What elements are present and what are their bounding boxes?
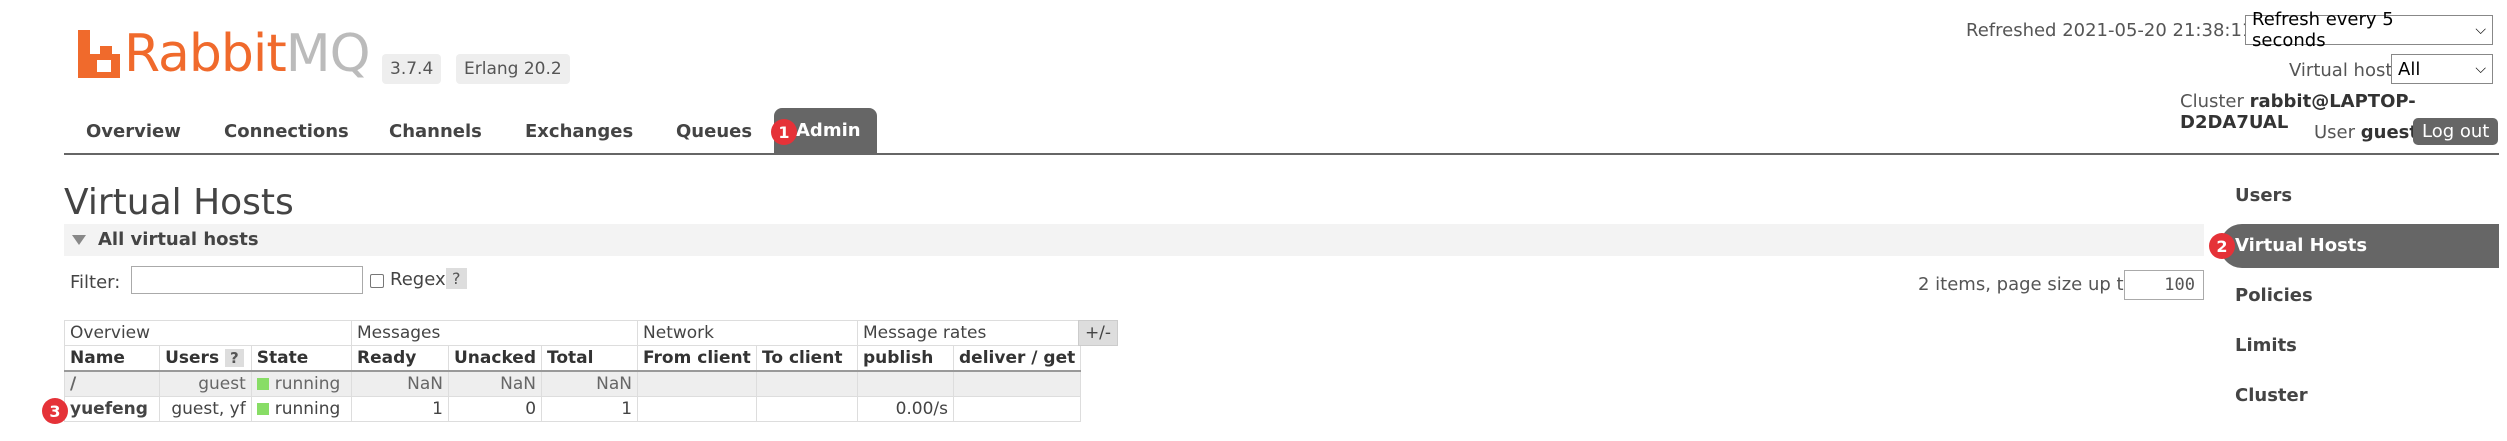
table-row[interactable]: yuefeng guest, yf running 1 0 1 0.00/s bbox=[63, 396, 1082, 422]
regex-checkbox[interactable] bbox=[370, 274, 384, 288]
group-message-rates: Message rates bbox=[857, 320, 1082, 346]
logo-text-mq: MQ bbox=[285, 24, 371, 84]
sidebar-item-cluster[interactable]: Cluster bbox=[2235, 385, 2308, 406]
collapse-triangle-icon[interactable] bbox=[72, 235, 86, 245]
filter-label: Filter: bbox=[70, 272, 121, 293]
vhost-ready: 1 bbox=[351, 396, 449, 422]
col-users[interactable]: Users ? bbox=[159, 345, 252, 372]
cluster-label: Cluster bbox=[2180, 91, 2244, 112]
running-status-icon bbox=[256, 403, 269, 415]
page-title: Virtual Hosts bbox=[64, 182, 294, 223]
col-unacked[interactable]: Unacked bbox=[447, 345, 543, 372]
vhost-select[interactable]: All ⌵ bbox=[2391, 54, 2493, 84]
vhost-name-link[interactable]: / bbox=[63, 370, 161, 397]
vhost-from-client bbox=[637, 396, 758, 422]
group-messages: Messages bbox=[350, 320, 639, 346]
erlang-version-badge: Erlang 20.2 bbox=[456, 54, 570, 84]
logo-text-rabbit: Rabbit bbox=[124, 24, 287, 84]
annotation-badge-1: 1 bbox=[771, 119, 797, 145]
filter-input[interactable] bbox=[131, 266, 363, 294]
vhost-deliver-get-rate bbox=[953, 396, 1082, 422]
col-total[interactable]: Total bbox=[541, 345, 639, 372]
user-name: guest bbox=[2360, 122, 2418, 143]
col-name[interactable]: Name bbox=[63, 345, 161, 372]
vhost-to-client bbox=[756, 396, 859, 422]
users-help-button[interactable]: ? bbox=[225, 349, 244, 367]
annotation-badge-2: 2 bbox=[2209, 233, 2235, 259]
tab-overview[interactable]: Overview bbox=[86, 121, 181, 142]
vhost-ready: NaN bbox=[351, 370, 449, 397]
vhost-unacked: 0 bbox=[447, 396, 543, 422]
vhost-publish-rate: 0.00/s bbox=[857, 396, 955, 422]
user-label: User bbox=[2314, 122, 2356, 143]
vhost-select-value: All bbox=[2398, 58, 2421, 80]
vhost-state: running bbox=[250, 370, 353, 397]
tab-connections[interactable]: Connections bbox=[224, 121, 349, 142]
vhost-from-client bbox=[637, 370, 758, 397]
rabbitmq-logo[interactable]: RabbitMQ bbox=[78, 28, 371, 80]
sidebar-item-policies[interactable]: Policies bbox=[2235, 285, 2313, 306]
vhost-publish-rate bbox=[857, 370, 955, 397]
col-state[interactable]: State bbox=[250, 345, 353, 372]
vhost-label: Virtual host bbox=[2289, 60, 2393, 81]
col-from-client[interactable]: From client bbox=[637, 345, 758, 372]
vhost-unacked: NaN bbox=[447, 370, 543, 397]
refresh-interval-value: Refresh every 5 seconds bbox=[2252, 9, 2394, 51]
table-row[interactable]: / guest running NaN NaN NaN bbox=[63, 370, 1082, 397]
items-count-text: 2 items, page size up to bbox=[1918, 274, 2135, 295]
version-badge: 3.7.4 bbox=[382, 54, 442, 84]
virtual-hosts-table: Overview Messages Network Message rates … bbox=[63, 320, 1082, 422]
tab-queues[interactable]: Queues bbox=[676, 121, 752, 142]
running-status-icon bbox=[256, 378, 269, 390]
chevron-down-icon: ⌵ bbox=[2475, 61, 2486, 77]
column-toggle-button[interactable]: +/- bbox=[1078, 320, 1118, 346]
vhost-users: guest bbox=[159, 370, 252, 397]
group-overview: Overview bbox=[64, 320, 352, 346]
tab-exchanges[interactable]: Exchanges bbox=[525, 121, 633, 142]
page-size-input[interactable]: 100 bbox=[2124, 270, 2204, 300]
rabbitmq-logo-icon bbox=[78, 30, 120, 78]
vhost-state: running bbox=[250, 396, 353, 422]
vhost-state-label: running bbox=[274, 399, 341, 419]
vhost-total: 1 bbox=[541, 396, 639, 422]
vhost-to-client bbox=[756, 370, 859, 397]
vhost-total: NaN bbox=[541, 370, 639, 397]
col-deliver-get[interactable]: deliver / get bbox=[953, 345, 1082, 372]
col-publish[interactable]: publish bbox=[857, 345, 955, 372]
sidebar-item-limits[interactable]: Limits bbox=[2235, 335, 2297, 356]
col-users-label: Users bbox=[165, 348, 220, 368]
vhost-name-link[interactable]: yuefeng bbox=[63, 396, 161, 422]
section-header[interactable] bbox=[64, 224, 2204, 256]
chevron-down-icon: ⌵ bbox=[2475, 22, 2486, 38]
vhost-deliver-get-rate bbox=[953, 370, 1082, 397]
sidebar-item-virtual-hosts[interactable]: Virtual Hosts bbox=[2235, 235, 2367, 256]
nav-divider bbox=[64, 153, 2499, 155]
vhost-state-label: running bbox=[274, 374, 341, 394]
refresh-interval-select[interactable]: Refresh every 5 seconds ⌵ bbox=[2245, 9, 2493, 51]
col-ready[interactable]: Ready bbox=[351, 345, 449, 372]
group-network: Network bbox=[637, 320, 859, 346]
regex-help-button[interactable]: ? bbox=[446, 268, 467, 289]
section-title[interactable]: All virtual hosts bbox=[98, 229, 259, 250]
logout-button[interactable]: Log out bbox=[2413, 118, 2499, 145]
tab-channels[interactable]: Channels bbox=[389, 121, 482, 142]
user-info: User guest bbox=[2314, 122, 2418, 143]
annotation-badge-3: 3 bbox=[42, 398, 68, 424]
regex-label: Regex bbox=[390, 269, 446, 290]
vhost-users: guest, yf bbox=[159, 396, 252, 422]
col-to-client[interactable]: To client bbox=[756, 345, 859, 372]
refreshed-timestamp: Refreshed 2021-05-20 21:38:11 bbox=[1966, 20, 2254, 41]
sidebar-item-users[interactable]: Users bbox=[2235, 185, 2292, 206]
